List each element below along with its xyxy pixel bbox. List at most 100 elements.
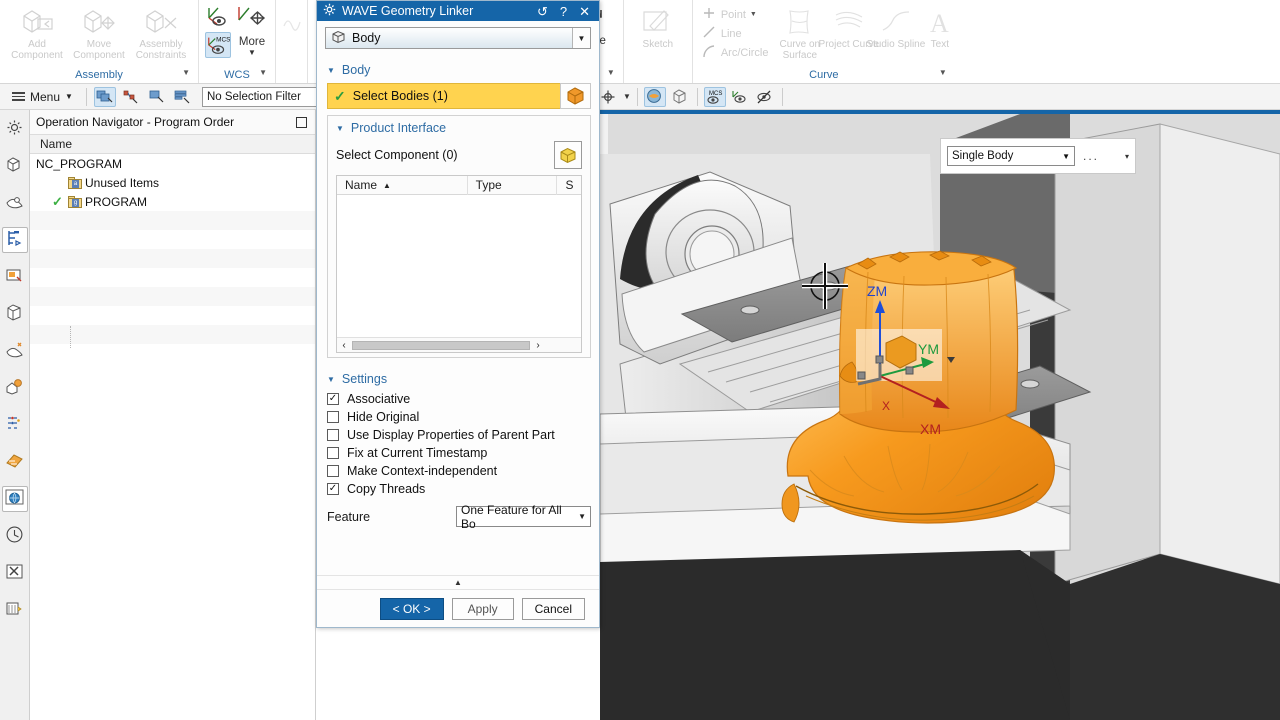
- wcs-display-icon[interactable]: [729, 87, 751, 107]
- ok-button[interactable]: < OK >: [379, 597, 444, 620]
- wizards-icon: [5, 599, 24, 621]
- wcs-z-label: ZM: [867, 283, 887, 299]
- sidebar-item-machine-tool-view[interactable]: [2, 264, 28, 290]
- curve-expand-arrow[interactable]: ▼: [939, 65, 947, 80]
- pin-icon[interactable]: [296, 116, 307, 128]
- section-header-product-interface[interactable]: ▼ Product Interface: [328, 118, 590, 137]
- navigator-column-header[interactable]: Name: [30, 134, 315, 154]
- assembly-expand-arrow[interactable]: ▼: [182, 65, 190, 80]
- sidebar-item-processes[interactable]: [2, 560, 28, 586]
- cad-scene[interactable]: ZM YM XM X: [600, 114, 1280, 720]
- cancel-button[interactable]: Cancel: [521, 597, 585, 620]
- reset-icon[interactable]: ↺: [534, 5, 551, 18]
- wcs-more-label[interactable]: More: [239, 36, 265, 48]
- sidebar-item-reuse-library[interactable]: [2, 190, 28, 216]
- table-row-empty[interactable]: [30, 306, 315, 325]
- point-chevron-down-icon[interactable]: ▼: [750, 11, 757, 18]
- table-row[interactable]: NC_PROGRAM: [30, 154, 315, 173]
- shaded-view-icon[interactable]: [643, 86, 666, 107]
- mcs-display-icon[interactable]: MCS: [703, 86, 726, 107]
- sidebar-item-history[interactable]: [2, 523, 28, 549]
- curve-on-surface-button[interactable]: Curve on Surface: [775, 2, 825, 61]
- sidebar-item-geometry-view[interactable]: [2, 301, 28, 327]
- dialog-title-bar[interactable]: WAVE Geometry Linker ↺ ? ✕: [317, 1, 599, 21]
- section-header-settings[interactable]: ▼ Settings: [317, 358, 599, 390]
- table-row[interactable]: ✓ a Unused Items: [30, 173, 315, 192]
- sidebar-item-method-view[interactable]: [2, 338, 28, 364]
- line-button[interactable]: Line: [699, 24, 775, 43]
- column-header-type[interactable]: Type: [468, 175, 558, 195]
- checkbox-fix-at-current-timestamp[interactable]: Fix at Current Timestamp: [317, 444, 599, 462]
- menu-button[interactable]: Menu ▼: [6, 88, 79, 106]
- mcs-display-button[interactable]: MCS: [205, 32, 231, 58]
- more-options-button[interactable]: ...: [1083, 149, 1099, 163]
- sidebar-item-machining-wizards[interactable]: [2, 597, 28, 623]
- chevron-down-icon[interactable]: ▼: [572, 28, 590, 48]
- table-row-empty[interactable]: [30, 249, 315, 268]
- overflow-chevron-down-icon[interactable]: ▾: [1125, 152, 1129, 161]
- wcs-expand-arrow[interactable]: ▼: [259, 65, 267, 80]
- table-row-empty[interactable]: [30, 268, 315, 287]
- list-body[interactable]: [337, 195, 581, 337]
- sketch-button[interactable]: Sketch: [630, 2, 686, 50]
- checkbox-make-context-independent[interactable]: Make Context-independent: [317, 462, 599, 480]
- add-component-button[interactable]: Add Component: [6, 2, 68, 61]
- checkbox-hide-original[interactable]: Hide Original: [317, 408, 599, 426]
- select-component-row[interactable]: Select Component (0): [328, 137, 590, 175]
- selection-general-icon[interactable]: [93, 86, 116, 107]
- move-component-button[interactable]: Move Component: [68, 2, 130, 61]
- body-select-icon[interactable]: [560, 83, 591, 109]
- table-row-empty[interactable]: [30, 287, 315, 306]
- sidebar-item-operation-navigator[interactable]: [1, 227, 28, 253]
- text-button[interactable]: A Text: [919, 2, 961, 50]
- table-row-empty[interactable]: [30, 211, 315, 230]
- column-header-s[interactable]: S: [557, 176, 581, 195]
- table-row[interactable]: ✓ g PROGRAM: [30, 192, 315, 211]
- section-header-body[interactable]: ▼ Body: [317, 57, 599, 81]
- selection-face-icon[interactable]: [146, 87, 168, 107]
- single-body-dropdown[interactable]: Single Body ▼: [947, 146, 1075, 166]
- snap-point-icon[interactable]: [598, 87, 620, 107]
- wireframe-view-icon[interactable]: [669, 87, 691, 107]
- selection-filter-dropdown[interactable]: No Selection Filter ▼: [201, 86, 330, 107]
- component-select-icon[interactable]: [554, 141, 582, 169]
- scroll-thumb[interactable]: [352, 340, 530, 350]
- sidebar-item-system-scene[interactable]: [2, 449, 28, 475]
- table-row-empty[interactable]: [30, 325, 315, 344]
- close-icon[interactable]: ✕: [576, 5, 593, 18]
- apply-button[interactable]: Apply: [451, 597, 514, 620]
- feature-dropdown[interactable]: One Feature for All Bo ▼: [456, 503, 591, 531]
- help-icon[interactable]: ?: [557, 5, 570, 18]
- type-dropdown[interactable]: Body ▼: [325, 27, 591, 49]
- sidebar-item-assembly-navigator[interactable]: [2, 116, 28, 142]
- wcs-display-button[interactable]: [205, 4, 231, 30]
- scroll-left-icon[interactable]: ‹: [337, 340, 351, 351]
- horizontal-scrollbar[interactable]: ‹ ›: [337, 337, 581, 352]
- checkbox-use-display-properties-of-parent-part[interactable]: Use Display Properties of Parent Part: [317, 426, 599, 444]
- checkbox-copy-threads[interactable]: ✓ Copy Threads: [317, 480, 599, 498]
- select-bodies-row[interactable]: ✓ Select Bodies (1): [327, 83, 591, 109]
- selection-body-icon[interactable]: [172, 87, 194, 107]
- point-button[interactable]: Point ▼: [699, 5, 775, 24]
- navigator-tree[interactable]: NC_PROGRAM ✓ a Unused Items ✓ g PROGRAM: [30, 154, 315, 720]
- wcs-more-chevron-down-icon[interactable]: ▼: [248, 48, 256, 57]
- dialog-collapse-handle[interactable]: ▲: [317, 575, 599, 589]
- product-interface-list[interactable]: Name ▲ Type S ‹ ›: [336, 175, 582, 353]
- checkbox-associative[interactable]: ✓ Associative: [317, 390, 599, 408]
- hide-icon[interactable]: [754, 87, 776, 107]
- sync-expand-arrow[interactable]: ▼: [607, 65, 615, 80]
- wcs-move-icon[interactable]: [235, 2, 269, 36]
- table-row-empty[interactable]: [30, 230, 315, 249]
- graphics-viewport[interactable]: ZM YM XM X Single Body ▼ ... ▾: [600, 110, 1280, 720]
- column-header-name[interactable]: Name ▲: [337, 175, 468, 195]
- scroll-right-icon[interactable]: ›: [531, 340, 545, 351]
- selection-feature-icon[interactable]: [120, 87, 142, 107]
- sidebar-item-roles[interactable]: [2, 412, 28, 438]
- sidebar-item-tool-library[interactable]: [2, 375, 28, 401]
- wave-geometry-linker-dialog[interactable]: WAVE Geometry Linker ↺ ? ✕ Body ▼ ▼ Body: [316, 0, 600, 628]
- sidebar-item-web-browser[interactable]: [1, 486, 28, 512]
- snap-point-chevron-down-icon[interactable]: ▼: [623, 92, 631, 101]
- assembly-constraints-button[interactable]: Assembly Constraints: [130, 2, 192, 61]
- arc-circle-button[interactable]: Arc/Circle: [699, 43, 775, 62]
- sidebar-item-part-navigator[interactable]: [2, 153, 28, 179]
